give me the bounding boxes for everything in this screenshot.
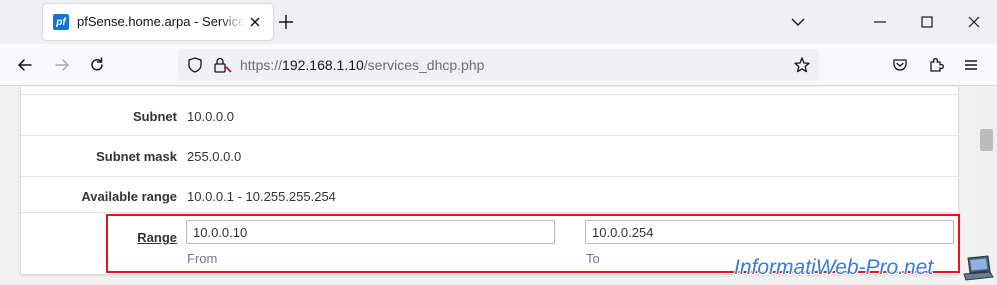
pocket-icon[interactable] <box>891 56 909 74</box>
minimize-icon[interactable] <box>871 13 889 31</box>
subnet-label: Subnet <box>132 109 177 124</box>
maximize-icon[interactable] <box>918 13 936 31</box>
puzzle-icon[interactable] <box>927 56 945 74</box>
url-path: /services_dhcp.php <box>363 57 485 73</box>
subnet-mask-value: 255.0.0.0 <box>187 149 242 164</box>
tab-title: pfSense.home.arpa - Services: D <box>77 14 245 29</box>
previous-row-edge <box>21 87 959 95</box>
available-range-label: Available range <box>81 189 177 204</box>
arrow-left-icon[interactable] <box>16 56 34 74</box>
new-tab-plus-icon[interactable] <box>276 12 296 32</box>
available-range-value: 10.0.0.1 - 10.255.255.254 <box>187 189 336 204</box>
laptop-logo-icon <box>963 255 994 281</box>
star-icon[interactable] <box>793 56 811 74</box>
tab-strip: pf pfSense.home.arpa - Services: D <box>0 0 997 44</box>
watermark-text: InformatiWeb-Pro.net <box>734 256 934 279</box>
shield-icon[interactable] <box>186 56 204 74</box>
subnet-value: 10.0.0.0 <box>187 109 234 124</box>
browser-tab[interactable]: pf pfSense.home.arpa - Services: D <box>43 4 273 40</box>
scrollbar-thumb[interactable] <box>980 129 993 151</box>
lock-icon[interactable] <box>212 56 232 74</box>
url-text[interactable]: https://192.168.1.10/services_dhcp.php <box>240 57 484 73</box>
tab-list-chevron-down-icon[interactable] <box>789 13 807 31</box>
hamburger-menu-icon[interactable] <box>962 56 980 74</box>
available-range-row: Available range 10.0.0.1 - 10.255.255.25… <box>21 177 959 213</box>
window-close-icon[interactable] <box>965 13 983 31</box>
reload-icon[interactable] <box>88 56 106 74</box>
url-host: 192.168.1.10 <box>282 57 364 73</box>
address-bar[interactable]: https://192.168.1.10/services_dhcp.php <box>178 49 819 81</box>
subnet-mask-row: Subnet mask 255.0.0.0 <box>21 136 959 177</box>
subnet-row: Subnet 10.0.0.0 <box>21 95 959 136</box>
navigation-toolbar: https://192.168.1.10/services_dhcp.php <box>0 44 997 86</box>
subnet-mask-label: Subnet mask <box>96 149 177 164</box>
tab-close-icon[interactable] <box>247 14 263 30</box>
pfsense-favicon-icon: pf <box>53 14 69 30</box>
arrow-right-icon[interactable] <box>53 56 71 74</box>
url-scheme: https:// <box>240 57 283 73</box>
